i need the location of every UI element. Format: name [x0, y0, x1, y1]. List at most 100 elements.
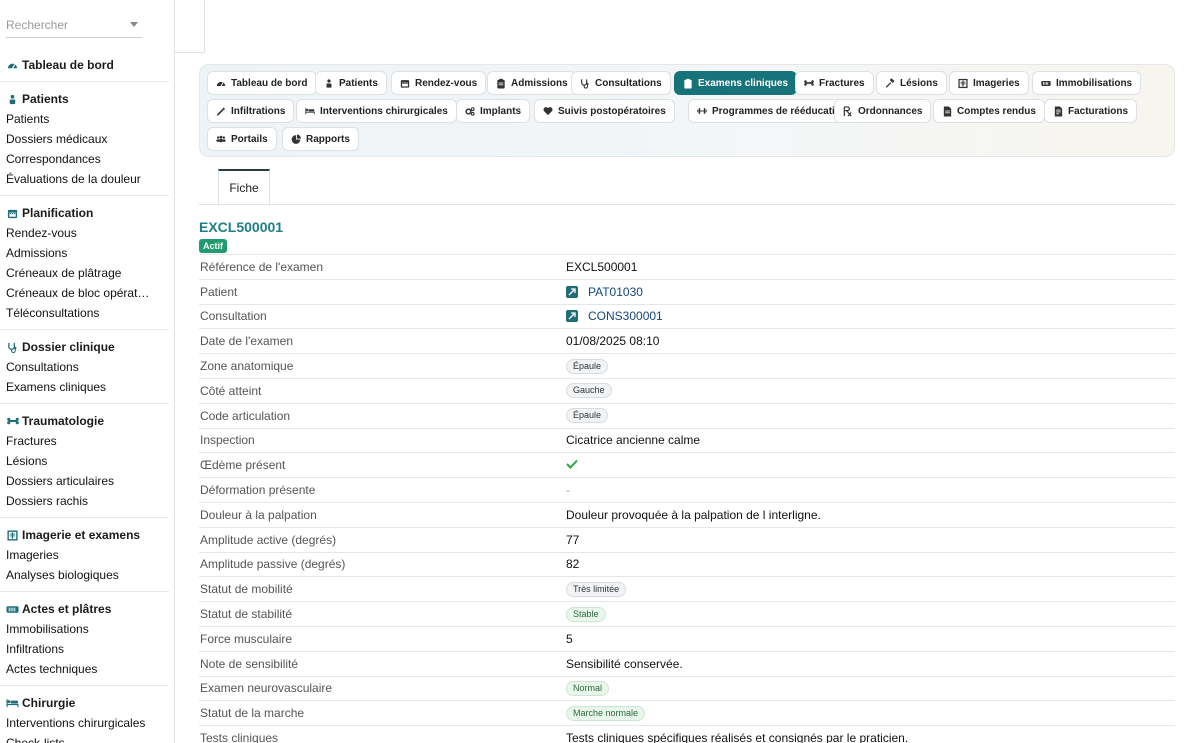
tab-chip-label: Examens cliniques [698, 77, 789, 89]
invoice-icon [1053, 105, 1063, 117]
external-link-icon[interactable] [566, 285, 578, 298]
tab-chip[interactable]: Admissions [487, 71, 577, 95]
sidebar-item[interactable]: Dossiers rachis [0, 491, 160, 511]
detail-value: Tests cliniques spécifiques réalisés et … [566, 731, 908, 743]
tab-chip[interactable]: Programmes de rééducation [688, 99, 857, 123]
sidebar-item[interactable]: Créneaux de plâtrage [0, 263, 160, 283]
tab-fiche[interactable]: Fiche [218, 169, 270, 205]
tab-chip[interactable]: Patients [315, 71, 387, 95]
external-link-icon[interactable] [566, 310, 578, 323]
value-pill: Gauche [566, 383, 612, 399]
sidebar-item[interactable]: Admissions [0, 243, 160, 263]
detail-label: Référence de l'examen [200, 259, 324, 274]
clipboard-icon [496, 78, 506, 89]
tab-chip[interactable]: Rapports [282, 127, 359, 151]
tab-chip-label: Admissions [511, 77, 568, 89]
detail-row: Référence de l'examen EXCL500001 [199, 254, 1175, 279]
value-pill: Épaule [566, 358, 609, 374]
sidebar-item[interactable]: Infiltrations [0, 639, 160, 659]
empty-value: - [566, 483, 570, 498]
sidebar-item[interactable]: Téléconsultations [0, 303, 160, 323]
tab-chip[interactable]: Lésions [876, 71, 947, 95]
sidebar-section-header[interactable]: Actes et plâtres [0, 599, 169, 619]
bandage-icon [1041, 78, 1051, 88]
detail-label: Date de l'examen [200, 334, 294, 349]
sidebar-section-header[interactable]: Chirurgie [0, 693, 169, 713]
tab-chip[interactable]: Imageries [949, 71, 1029, 95]
sidebar-section-header[interactable]: Patients [0, 89, 169, 109]
tab-chip-label: Facturations [1068, 105, 1129, 117]
sidebar-section: Patients Patients Dossiers médicaux Corresp… [0, 89, 169, 189]
sidebar-item[interactable]: Rendez-vous [0, 223, 160, 243]
sidebar-item[interactable]: Lésions [0, 451, 160, 471]
detail-label: Statut de stabilité [200, 607, 293, 622]
value-text: 82 [566, 557, 580, 572]
tab-chip[interactable]: Consultations [571, 71, 671, 95]
detail-value: Cicatrice ancienne calme [566, 433, 700, 447]
sidebar-item[interactable]: Interventions chirurgicales [0, 713, 160, 733]
sidebar-item[interactable]: Examens cliniques [0, 377, 160, 397]
tab-chip-label: Rendez-vous [415, 77, 478, 89]
tab-chip-label: Implants [480, 105, 522, 117]
sidebar-item[interactable]: Dossiers médicaux [0, 129, 160, 149]
dashboard-icon [216, 78, 226, 88]
detail-value: Épaule [566, 408, 609, 424]
pie-chart-icon [291, 134, 301, 144]
detail-row: Statut de mobilité Très limitée [199, 576, 1175, 601]
sidebar-section-header[interactable]: Dossier clinique [0, 337, 169, 357]
sidebar-item[interactable]: Check-lists [0, 733, 160, 743]
tab-chip-label: Infiltrations [231, 105, 286, 117]
tab-chip[interactable]: Ordonnances [834, 99, 932, 123]
tab-chip[interactable]: Rendez-vous [391, 71, 487, 95]
search-input[interactable] [6, 12, 126, 38]
surgery-bed-icon [305, 106, 315, 116]
sidebar-item[interactable]: Immobilisations [0, 619, 160, 639]
detail-value: 01/08/2025 08:10 [566, 334, 659, 348]
sidebar-item[interactable]: Correspondances [0, 149, 160, 169]
tab-chip[interactable]: Implants [456, 99, 531, 123]
record-link[interactable]: CONS300001 [588, 309, 663, 323]
sidebar-section-header[interactable]: Planification [0, 203, 169, 223]
tab-chip[interactable]: Immobilisations [1032, 71, 1142, 95]
sidebar-item[interactable]: Actes techniques [0, 659, 160, 679]
sidebar-section-header[interactable]: Traumatologie [0, 411, 169, 431]
detail-row: Côté atteint Gauche [199, 377, 1175, 403]
sidebar-item[interactable]: Imageries [0, 545, 160, 565]
tab-chip[interactable]: Portails [207, 127, 277, 151]
sidebar-section-header[interactable]: Imagerie et examens [0, 525, 169, 545]
detail-label: Déformation présente [200, 483, 316, 498]
sidebar-item[interactable]: Analyses biologiques [0, 565, 160, 585]
sidebar-section-title: Dossier clinique [22, 340, 115, 354]
dashboard-icon [6, 59, 19, 71]
tab-chip-label: Tableau de bord [231, 77, 308, 89]
sidebar-item[interactable]: Dossiers articulaires [0, 471, 160, 491]
tab-chip[interactable]: Infiltrations [207, 99, 295, 123]
sidebar-item[interactable]: Consultations [0, 357, 160, 377]
sidebar-item[interactable]: Créneaux de bloc opérat… [0, 283, 160, 303]
tab-chip-label: Suivis postopératoires [558, 105, 666, 117]
sidebar-section-header[interactable]: Tableau de bord [0, 55, 169, 75]
sidebar-item[interactable]: Fractures [0, 431, 160, 451]
record-title: EXCL500001 [199, 219, 284, 235]
tab-chip[interactable]: Suivis postopératoires [534, 99, 675, 123]
tab-chip[interactable]: Facturations [1044, 99, 1138, 123]
record-link[interactable]: PAT01030 [588, 285, 643, 299]
tab-chip-label: Lésions [900, 77, 938, 89]
sidebar-section: Actes et plâtres Immobilisations Infiltrat… [0, 599, 169, 679]
detail-value: Épaule [566, 358, 609, 374]
tab-chip[interactable]: Examens cliniques [674, 71, 798, 95]
sidebar-section: Imagerie et examens Imageries Analyses bio… [0, 525, 169, 585]
detail-value: 82 [566, 557, 579, 571]
sidebar-item[interactable]: Évaluations de la douleur [0, 169, 160, 189]
value-pill: Épaule [566, 408, 609, 424]
tab-chip[interactable]: Tableau de bord [207, 71, 317, 95]
detail-value: Stable [566, 606, 606, 622]
sidebar-section: Planification Rendez-vous Admissions Crénea… [0, 203, 169, 323]
calendar-icon [400, 78, 410, 88]
search-box[interactable] [6, 12, 142, 38]
sidebar-item[interactable]: Patients [0, 109, 160, 129]
tab-chip[interactable]: Fractures [795, 71, 874, 95]
tab-chip[interactable]: Comptes rendus [933, 99, 1045, 123]
chevron-down-icon[interactable] [130, 22, 138, 27]
tab-chip[interactable]: Interventions chirurgicales [296, 99, 457, 123]
